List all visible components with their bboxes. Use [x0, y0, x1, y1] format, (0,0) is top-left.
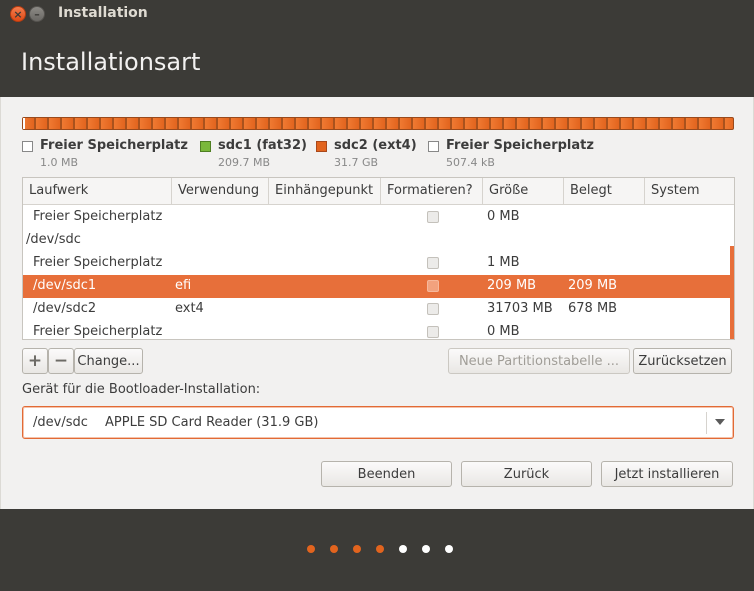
- format-checkbox[interactable]: [427, 257, 439, 269]
- cell-size: 0 MB: [487, 324, 520, 339]
- cell-used: 678 MB: [568, 301, 618, 316]
- legend-size: 209.7 MB: [218, 156, 271, 169]
- bootloader-device-description: APPLE SD Card Reader (31.9 GB): [105, 415, 319, 430]
- page-header: Installationsart: [0, 28, 754, 97]
- partition-table: Laufwerk Verwendung Einhängepunkt Format…: [22, 177, 735, 340]
- legend-swatch: [200, 141, 211, 152]
- cell-size: 1 MB: [487, 255, 520, 270]
- install-now-button[interactable]: Jetzt installieren: [601, 461, 733, 487]
- column-header-format[interactable]: Formatieren?: [381, 178, 483, 205]
- progress-dot: [399, 545, 407, 553]
- progress-dot: [422, 545, 430, 553]
- legend-label: Freier Speicherplatz: [446, 138, 594, 153]
- table-header: Laufwerk Verwendung Einhängepunkt Format…: [23, 178, 734, 205]
- format-checkbox[interactable]: [427, 303, 439, 315]
- content-area: Freier Speicherplatz 1.0 MB sdc1 (fat32)…: [0, 97, 754, 509]
- bootloader-device: /dev/sdc: [33, 415, 88, 430]
- cell-size: 209 MB: [487, 278, 537, 293]
- legend-label: Freier Speicherplatz: [40, 138, 188, 153]
- quit-button[interactable]: Beenden: [321, 461, 452, 487]
- legend-label: sdc1 (fat32): [218, 138, 307, 153]
- legend-swatch: [428, 141, 439, 152]
- column-header-system[interactable]: System: [645, 178, 734, 205]
- page-title: Installationsart: [21, 48, 201, 76]
- chevron-down-icon[interactable]: [715, 419, 725, 425]
- cell-usage: efi: [175, 278, 192, 293]
- progress-dot: [330, 545, 338, 553]
- progress-dot: [445, 545, 453, 553]
- column-header-size[interactable]: Größe: [483, 178, 564, 205]
- table-row[interactable]: /dev/sdc1 efi 209 MB 209 MB: [23, 275, 734, 298]
- partition-bar: [22, 117, 734, 130]
- column-header-usage[interactable]: Verwendung: [172, 178, 269, 205]
- format-checkbox[interactable]: [427, 211, 439, 223]
- table-row[interactable]: Freier Speicherplatz 1 MB: [23, 252, 734, 275]
- new-partition-table-button[interactable]: Neue Partitionstabelle ...: [448, 348, 630, 374]
- cell-device: Freier Speicherplatz: [33, 324, 163, 339]
- footer: [0, 509, 754, 591]
- column-header-used[interactable]: Belegt: [564, 178, 645, 205]
- reset-button[interactable]: Zurücksetzen: [633, 348, 732, 374]
- cell-device: Freier Speicherplatz: [33, 255, 163, 270]
- table-row[interactable]: /dev/sdc2 ext4 31703 MB 678 MB: [23, 298, 734, 321]
- format-checkbox[interactable]: [427, 280, 439, 292]
- scrollbar-indicator[interactable]: [730, 246, 734, 339]
- legend-swatch: [316, 141, 327, 152]
- minimize-icon[interactable]: –: [29, 6, 45, 22]
- progress-dot: [376, 545, 384, 553]
- change-partition-button[interactable]: Change...: [74, 348, 143, 374]
- partition-bar-free-segment: [23, 118, 25, 129]
- progress-dot: [307, 545, 315, 553]
- window-title: Installation: [58, 5, 148, 21]
- cell-size: 0 MB: [487, 209, 520, 224]
- bootloader-device-select[interactable]: /dev/sdc APPLE SD Card Reader (31.9 GB): [22, 406, 734, 439]
- cell-device: /dev/sdc: [26, 232, 81, 247]
- cell-device: /dev/sdc1: [33, 278, 97, 293]
- legend-size: 507.4 kB: [446, 156, 495, 169]
- combo-separator: [706, 412, 707, 434]
- legend-label: sdc2 (ext4): [334, 138, 417, 153]
- cell-used: 209 MB: [568, 278, 618, 293]
- close-icon[interactable]: ×: [10, 6, 26, 22]
- cell-device: Freier Speicherplatz: [33, 209, 163, 224]
- table-row[interactable]: Freier Speicherplatz 0 MB: [23, 206, 734, 229]
- column-header-device[interactable]: Laufwerk: [23, 178, 172, 205]
- title-bar: × – Installation: [0, 0, 754, 28]
- legend-size: 1.0 MB: [40, 156, 79, 169]
- table-row[interactable]: /dev/sdc: [23, 229, 734, 252]
- table-row[interactable]: Freier Speicherplatz 0 MB: [23, 321, 734, 339]
- progress-dot: [353, 545, 361, 553]
- back-button[interactable]: Zurück: [461, 461, 592, 487]
- remove-partition-button[interactable]: −: [48, 348, 74, 374]
- add-partition-button[interactable]: +: [22, 348, 48, 374]
- legend-swatch: [22, 141, 33, 152]
- bootloader-label: Gerät für die Bootloader-Installation:: [22, 382, 261, 397]
- cell-usage: ext4: [175, 301, 204, 316]
- column-header-mount[interactable]: Einhängepunkt: [269, 178, 381, 205]
- format-checkbox[interactable]: [427, 326, 439, 338]
- cell-device: /dev/sdc2: [33, 301, 97, 316]
- legend-size: 31.7 GB: [334, 156, 379, 169]
- cell-size: 31703 MB: [487, 301, 553, 316]
